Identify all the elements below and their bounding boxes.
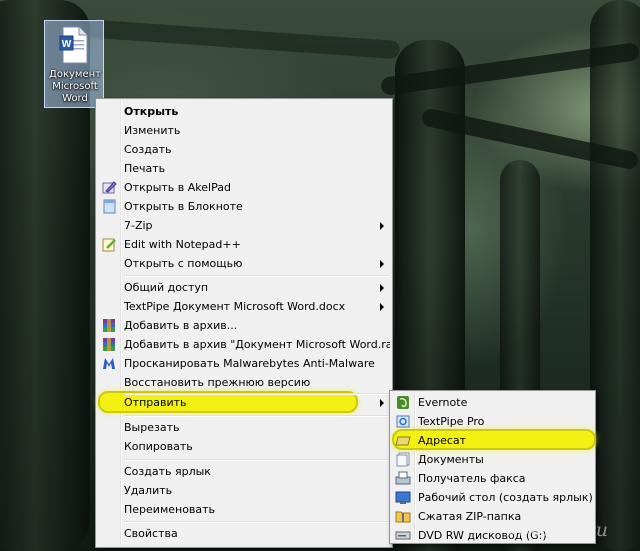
menu-item-label: Edit with Notepad++	[124, 238, 241, 251]
menu-item-label: Добавить в архив...	[124, 319, 238, 332]
notepadpp-icon	[102, 238, 116, 252]
submenu-arrow-icon	[380, 222, 384, 230]
menu-item-label: Отправить	[124, 396, 187, 409]
menu-item-new[interactable]: Создать	[98, 140, 390, 159]
menu-item-label: Печать	[124, 162, 166, 175]
menu-item-malwarebytes[interactable]: Просканировать Malwarebytes Anti-Malware	[98, 354, 390, 373]
menu-separator	[124, 521, 390, 523]
menu-item-label: Evernote	[418, 396, 468, 409]
menu-item-label: Открыть	[124, 105, 179, 118]
menu-item-cut[interactable]: Вырезать	[98, 418, 390, 437]
menu-item-open-notepad[interactable]: Открыть в Блокноте	[98, 197, 390, 216]
menu-separator	[124, 459, 390, 461]
menu-item-label: Добавить в архив "Документ Microsoft Wor…	[124, 338, 390, 351]
menu-item-label: Открыть в AkelPad	[124, 181, 231, 194]
akelpad-icon	[102, 181, 117, 194]
watermark: vbereg.ru	[506, 519, 609, 541]
menu-item-label: Получатель факса	[418, 472, 526, 485]
menu-item-label: Общий доступ	[124, 281, 209, 294]
send-to-mail-recipient[interactable]: Адресат	[392, 431, 593, 450]
desktop-icon-word-document[interactable]: W Документ Microsoft Word	[44, 20, 104, 108]
fax-icon	[395, 471, 411, 485]
menu-item-label: Переименовать	[124, 503, 216, 516]
menu-item-copy[interactable]: Копировать	[98, 437, 390, 456]
malwarebytes-icon	[103, 358, 115, 369]
menu-item-send-to[interactable]: Отправить	[98, 393, 390, 412]
send-to-evernote[interactable]: Evernote	[392, 393, 593, 412]
menu-item-label: TextPipe Pro	[418, 415, 485, 428]
menu-item-label: Создать ярлык	[124, 465, 211, 478]
menu-item-open-akelpad[interactable]: Открыть в AkelPad	[98, 178, 390, 197]
menu-item-label: Вырезать	[124, 421, 180, 434]
menu-item-label: Изменить	[124, 124, 181, 137]
word-document-icon: W	[59, 26, 88, 64]
menu-item-add-to-archive[interactable]: Добавить в архив...	[98, 316, 390, 335]
menu-item-label: Открыть в Блокноте	[124, 200, 243, 213]
textpipe-icon	[396, 415, 410, 428]
menu-item-restore-previous[interactable]: Восстановить прежнюю версию	[98, 373, 390, 392]
menu-item-label: Удалить	[124, 484, 173, 497]
menu-item-label: TextPipe Документ Microsoft Word.docx	[124, 300, 346, 313]
notepad-icon	[103, 199, 116, 214]
menu-item-open-with[interactable]: Открыть с помощью	[98, 254, 390, 273]
menu-item-label: Просканировать Malwarebytes Anti-Malware	[124, 357, 375, 370]
send-to-textpipe[interactable]: TextPipe Pro	[392, 412, 593, 431]
menu-item-properties[interactable]: Свойства	[98, 524, 390, 543]
submenu-arrow-icon	[380, 284, 384, 292]
documents-icon	[396, 452, 410, 467]
menu-item-label: Рабочий стол (создать ярлык)	[418, 491, 593, 504]
submenu-arrow-icon	[380, 260, 384, 268]
menu-item-open[interactable]: Открыть	[98, 102, 390, 121]
menu-item-label: Создать	[124, 143, 172, 156]
svg-text:W: W	[62, 39, 72, 50]
menu-item-7zip[interactable]: 7-Zip	[98, 216, 390, 235]
winrar-icon	[103, 319, 115, 332]
tree-branch	[79, 18, 401, 60]
menu-separator	[124, 415, 390, 417]
send-to-fax[interactable]: Получатель факса	[392, 469, 593, 488]
menu-item-print[interactable]: Печать	[98, 159, 390, 178]
menu-item-label: Свойства	[124, 527, 178, 540]
desktop-icon	[395, 491, 411, 504]
menu-item-label: Открыть с помощью	[124, 257, 243, 270]
menu-item-textpipe[interactable]: TextPipe Документ Microsoft Word.docx	[98, 297, 390, 316]
menu-item-label: Восстановить прежнюю версию	[124, 376, 311, 389]
send-to-documents[interactable]: Документы	[392, 450, 593, 469]
winrar-icon	[103, 338, 115, 351]
menu-item-edit[interactable]: Изменить	[98, 121, 390, 140]
submenu-arrow-icon	[380, 303, 384, 311]
menu-item-notepadpp[interactable]: Edit with Notepad++	[98, 235, 390, 254]
evernote-icon	[397, 396, 409, 409]
menu-item-create-shortcut[interactable]: Создать ярлык	[98, 462, 390, 481]
menu-item-rename[interactable]: Переименовать	[98, 500, 390, 519]
zip-folder-icon	[395, 511, 411, 523]
menu-item-label: Документы	[418, 453, 484, 466]
send-to-desktop[interactable]: Рабочий стол (создать ярлык)	[392, 488, 593, 507]
context-menu: Открыть Изменить Создать Печать Открыть …	[95, 98, 393, 548]
menu-separator	[124, 275, 390, 277]
menu-item-add-to-rar[interactable]: Добавить в архив "Документ Microsoft Wor…	[98, 335, 390, 354]
menu-item-label: 7-Zip	[124, 219, 153, 232]
menu-item-label: Копировать	[124, 440, 193, 453]
menu-item-label: Адресат	[418, 434, 467, 447]
menu-item-share[interactable]: Общий доступ	[98, 278, 390, 297]
submenu-arrow-icon	[380, 399, 384, 407]
dvd-drive-icon	[395, 531, 411, 540]
tree-trunk	[590, 0, 640, 551]
mail-recipient-icon	[395, 436, 411, 446]
menu-item-delete[interactable]: Удалить	[98, 481, 390, 500]
